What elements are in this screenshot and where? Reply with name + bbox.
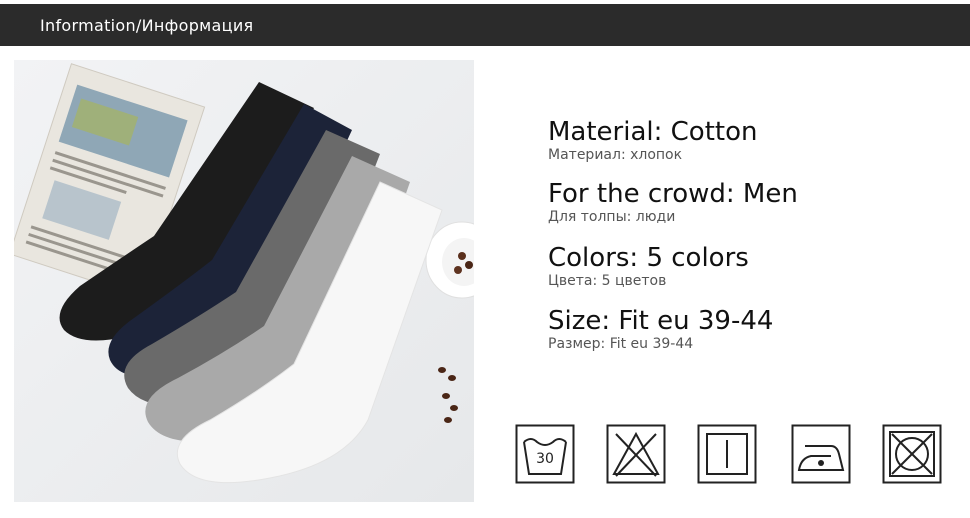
- wash-30-icon: 30: [515, 424, 575, 484]
- spec-material-en: Material: Cotton: [548, 117, 758, 147]
- spec-colors-ru: Цвета: 5 цветов: [548, 273, 667, 289]
- header-title: Information/Информация: [40, 16, 254, 35]
- socks-illustration: [14, 60, 474, 502]
- product-photo: [14, 60, 474, 502]
- iron-low-heat-icon: [791, 424, 851, 484]
- spec-size-ru: Размер: Fit eu 39-44: [548, 336, 694, 352]
- line-dry-icon: [697, 424, 757, 484]
- spec-material-ru: Материал: хлопок: [548, 147, 683, 163]
- do-not-bleach-icon: [606, 424, 666, 484]
- do-not-tumble-dry-icon: [882, 424, 942, 484]
- spec-material: Material: Cotton Материал: хлопок: [548, 117, 758, 164]
- spec-size-en: Size: Fit eu 39-44: [548, 306, 774, 336]
- wash-temperature-label: 30: [536, 451, 554, 467]
- header-bar: Information/Информация: [0, 4, 970, 46]
- spec-colors-en: Colors: 5 colors: [548, 243, 749, 273]
- spec-size: Size: Fit eu 39-44 Размер: Fit eu 39-44: [548, 306, 773, 353]
- spec-crowd: For the crowd: Men Для толпы: люди: [548, 179, 798, 226]
- spec-crowd-en: For the crowd: Men: [548, 179, 798, 209]
- spec-crowd-ru: Для толпы: люди: [548, 209, 676, 225]
- spec-colors: Colors: 5 colors Цвета: 5 цветов: [548, 243, 749, 290]
